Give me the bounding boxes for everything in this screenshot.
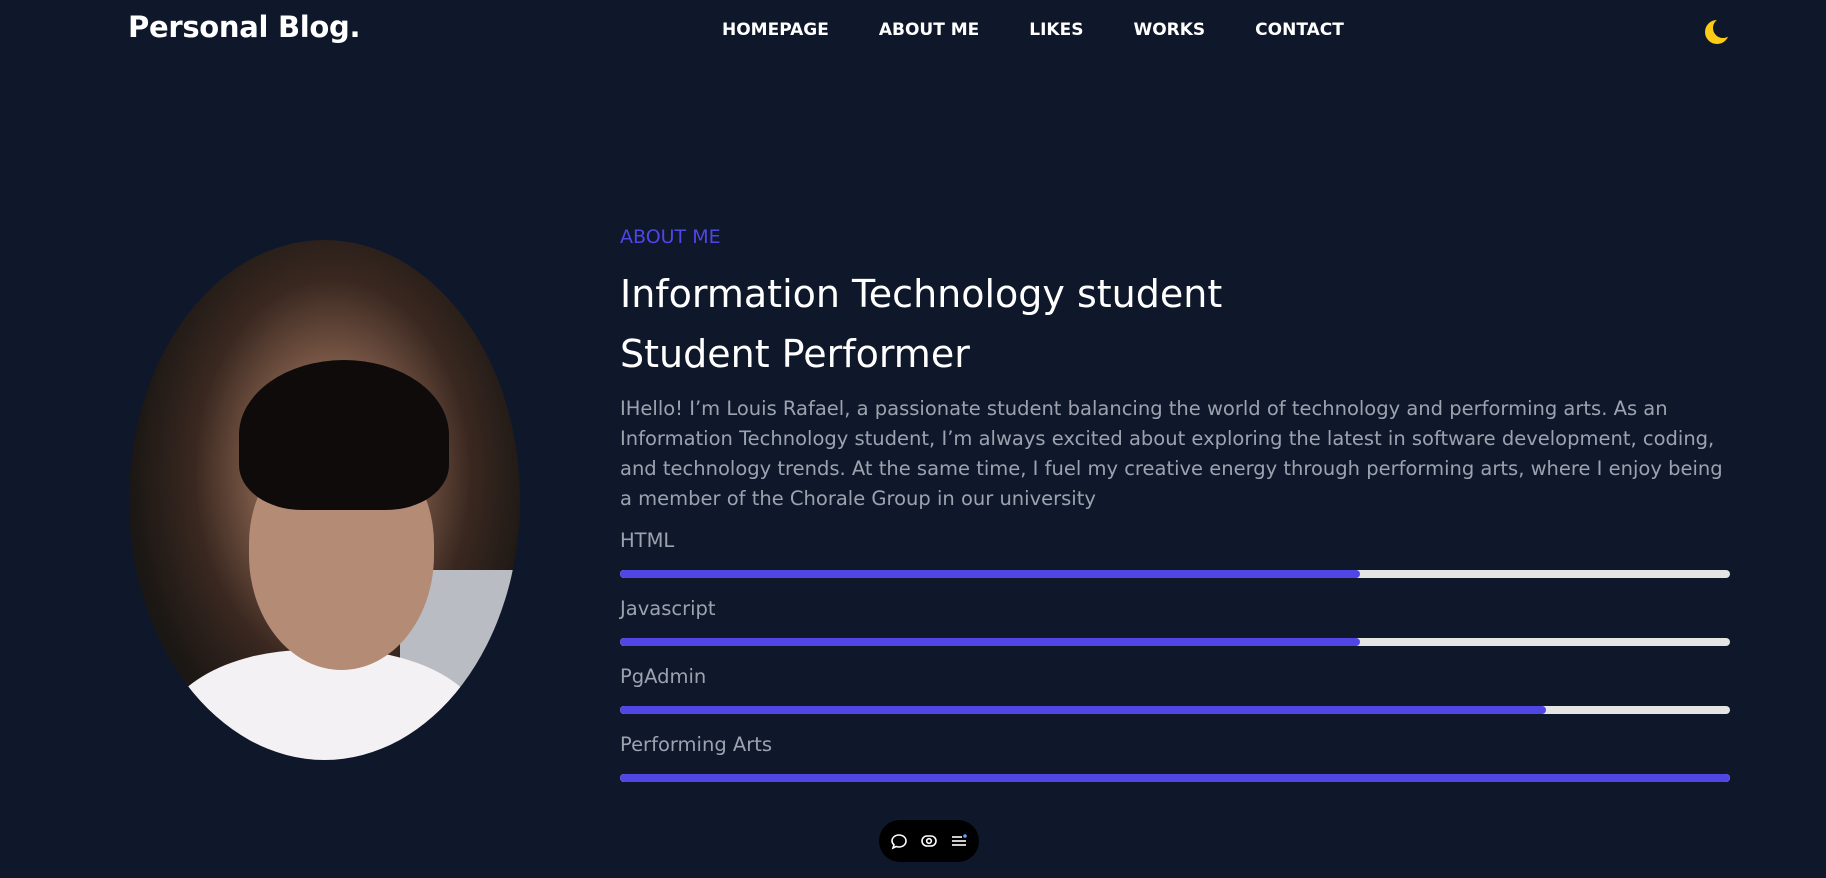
skill-progress-fill xyxy=(620,638,1361,646)
skill-progress-fill xyxy=(620,706,1546,714)
skill-html: HTML xyxy=(620,529,1730,597)
nav-homepage[interactable]: HOMEPAGE xyxy=(722,20,829,40)
skill-name: HTML xyxy=(620,529,675,552)
comment-icon[interactable] xyxy=(888,830,910,852)
floating-toolbar xyxy=(879,820,979,862)
headline-primary: Information Technology student xyxy=(620,272,1223,316)
main-nav: HOMEPAGE ABOUT ME LIKES WORKS CONTACT xyxy=(722,20,1344,40)
nav-likes[interactable]: LIKES xyxy=(1029,20,1083,40)
profile-photo xyxy=(129,240,520,760)
about-section: ABOUT ME Information Technology student … xyxy=(620,226,1730,801)
skill-javascript: Javascript xyxy=(620,597,1730,665)
skill-progress-track xyxy=(620,774,1730,782)
moon-icon[interactable] xyxy=(1704,18,1733,45)
nav-works[interactable]: WORKS xyxy=(1133,20,1205,40)
brand-logo[interactable]: Personal Blog. xyxy=(128,10,361,44)
site-header: Personal Blog. HOMEPAGE ABOUT ME LIKES W… xyxy=(0,0,1826,62)
skill-progress-track xyxy=(620,570,1730,578)
skill-performing-arts: Performing Arts xyxy=(620,733,1730,801)
skill-progress-fill xyxy=(620,570,1361,578)
skill-name: Performing Arts xyxy=(620,733,773,756)
nav-about-me[interactable]: ABOUT ME xyxy=(879,20,979,40)
skill-progress-track xyxy=(620,706,1730,714)
nav-contact[interactable]: CONTACT xyxy=(1255,20,1344,40)
skill-name: Javascript xyxy=(620,597,716,620)
intro-paragraph: IHello! I’m Louis Rafael, a passionate s… xyxy=(620,397,1723,510)
skill-progress-fill xyxy=(620,774,1730,782)
skill-progress-track xyxy=(620,638,1730,646)
headline-secondary: Student Performer xyxy=(620,332,970,376)
eye-icon[interactable] xyxy=(918,830,940,852)
skills-list: HTML Javascript PgAdmin Performing Arts xyxy=(620,529,1730,801)
skill-pgadmin: PgAdmin xyxy=(620,665,1730,733)
section-eyebrow: ABOUT ME xyxy=(620,226,721,248)
skill-name: PgAdmin xyxy=(620,665,707,688)
list-icon[interactable] xyxy=(948,830,970,852)
